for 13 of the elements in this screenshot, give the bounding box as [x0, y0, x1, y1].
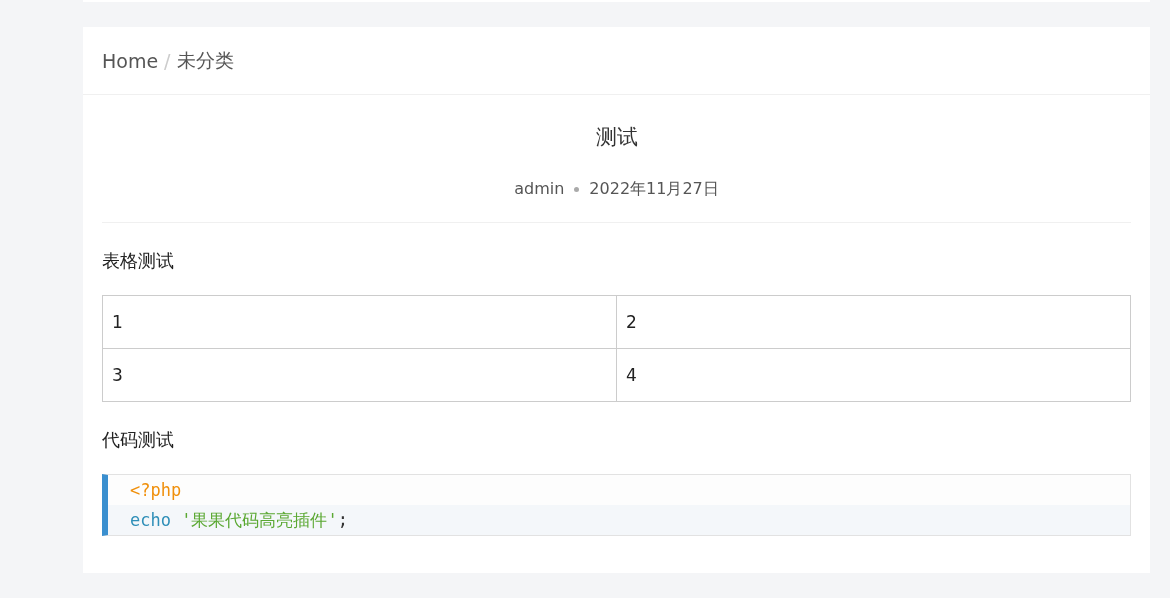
- table-cell: 4: [616, 348, 1131, 402]
- table-cell: 1: [102, 295, 617, 349]
- post-title: 测试: [594, 124, 639, 151]
- table-cell: 2: [616, 295, 1131, 349]
- dot-icon: [574, 186, 580, 192]
- breadcrumb-link[interactable]: Home: [102, 49, 159, 72]
- section-heading: 代码测试: [102, 428, 175, 452]
- post-author: admin: [514, 179, 565, 199]
- table-cell: 3: [102, 348, 617, 402]
- breadcrumb-separator: /: [164, 49, 171, 72]
- post-date: 2022年11月27日: [589, 179, 719, 199]
- section-heading: 表格测试: [102, 249, 175, 273]
- breadcrumb-link[interactable]: 未分类: [176, 47, 234, 74]
